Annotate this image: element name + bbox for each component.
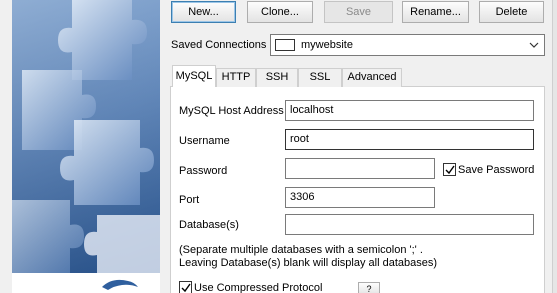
compressed-protocol-checkbox[interactable]: [179, 281, 192, 293]
checkmark-icon: [445, 165, 455, 175]
clone-button[interactable]: Clone...: [247, 1, 313, 23]
username-input[interactable]: root: [285, 129, 534, 150]
compressed-protocol-help-button[interactable]: ?: [358, 282, 380, 293]
tab-ssl[interactable]: SSL: [298, 68, 342, 87]
username-label: Username: [179, 135, 230, 147]
save-password-checkbox[interactable]: [443, 163, 456, 176]
host-input[interactable]: localhost: [285, 100, 534, 121]
save-button[interactable]: Save: [324, 1, 393, 23]
databases-label: Database(s): [179, 219, 239, 231]
databases-input[interactable]: [285, 214, 534, 235]
password-input[interactable]: [285, 158, 435, 179]
host-label: MySQL Host Address: [179, 105, 284, 117]
new-button[interactable]: New...: [171, 1, 236, 23]
puzzle-banner-image: [12, 0, 160, 273]
dolphin-logo-icon: [102, 279, 138, 290]
window-left-edge: [0, 0, 12, 293]
password-label: Password: [179, 165, 228, 177]
window-right-edge: [552, 0, 557, 293]
compressed-protocol-label: Use Compressed Protocol: [194, 282, 323, 293]
tab-http[interactable]: HTTP: [216, 68, 256, 87]
connection-color-swatch: [275, 39, 295, 51]
databases-help-line-1: (Separate multiple databases with a semi…: [179, 244, 423, 256]
logo-area: [12, 273, 160, 293]
rename-button[interactable]: Rename...: [402, 1, 469, 23]
databases-help-line-2: Leaving Database(s) blank will display a…: [179, 257, 438, 269]
puzzle-pieces-graphic: [12, 0, 160, 273]
port-input[interactable]: 3306: [285, 187, 435, 208]
tab-mysql[interactable]: MySQL: [172, 65, 216, 87]
port-label: Port: [179, 194, 200, 206]
tab-advanced[interactable]: Advanced: [342, 68, 402, 87]
save-password-label: Save Password: [458, 164, 535, 176]
saved-connections-label: Saved Connections: [171, 39, 267, 51]
tab-ssh[interactable]: SSH: [256, 68, 298, 87]
checkmark-icon: [181, 283, 191, 293]
saved-connections-dropdown[interactable]: mywebsite: [270, 34, 545, 56]
chevron-down-icon[interactable]: [528, 38, 540, 52]
delete-button[interactable]: Delete: [479, 1, 544, 23]
saved-connections-value: mywebsite: [301, 39, 353, 51]
